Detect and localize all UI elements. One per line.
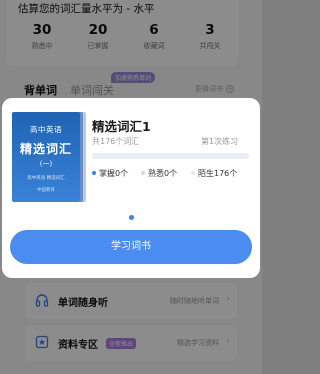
cover-publisher: 中国教育	[37, 188, 55, 193]
book-selection-modal: 高中英语 精选词汇 (一) 高中英语 精选词汇 中国教育 精选词汇1 共176个…	[2, 98, 260, 278]
cover-top-text: 高中英语	[30, 125, 62, 134]
book-cover[interactable]: 高中英语 精选词汇 (一) 高中英语 精选词汇 中国教育	[12, 112, 80, 202]
cover-volume: (一)	[39, 160, 53, 168]
word-count: 共176个词汇	[92, 137, 140, 146]
progress-bar	[92, 153, 249, 159]
legend-label: 掌握0个	[99, 169, 129, 178]
legend-unfamiliar: 陌生176个	[191, 168, 237, 179]
legend-dot	[92, 170, 96, 175]
legend-label: 熟悉0个	[148, 169, 178, 178]
cover-subtitle: 高中英语 精选词汇	[27, 176, 65, 181]
book-title: 精选词汇1	[92, 119, 151, 134]
study-book-button[interactable]: 学习词书	[10, 230, 252, 264]
cover-title: 精选词汇	[19, 142, 72, 156]
legend-mastered: 掌握0个	[92, 168, 128, 179]
pager-dot[interactable]	[129, 215, 134, 220]
legend-dot	[191, 170, 195, 175]
practice-count: 第1次练习	[201, 137, 239, 146]
legend-dot	[141, 170, 145, 175]
legend-familiar: 熟悉0个	[141, 168, 177, 179]
legend-label: 陌生176个	[198, 169, 238, 178]
